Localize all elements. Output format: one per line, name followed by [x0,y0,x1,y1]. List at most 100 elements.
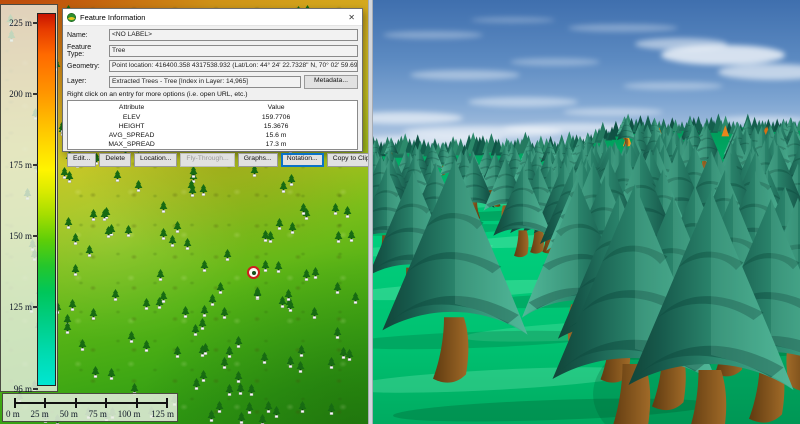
location-button[interactable]: Location... [134,153,177,167]
map-tree-icon[interactable] [245,401,254,413]
map-tree-icon[interactable] [266,230,275,242]
map-tree-icon[interactable] [142,297,151,309]
map-tree-icon[interactable] [302,268,311,280]
map-tree-icon[interactable] [327,356,336,368]
notation-button[interactable]: Notation... [281,153,324,167]
map-tree-icon[interactable] [351,291,360,303]
map-tree-icon[interactable] [68,298,77,310]
map-tree-icon[interactable] [104,225,113,237]
table-row[interactable]: MAX_SPREAD17.3 m [68,140,357,149]
map-2d-panel[interactable]: 225 m 200 m 175 m 150 m 125 m 96 m 0 m 2… [0,0,368,424]
map-tree-icon[interactable] [247,383,256,395]
map-tree-icon[interactable] [71,232,80,244]
selected-tree-marker[interactable] [247,266,260,279]
map-tree-icon[interactable] [113,169,122,181]
map-tree-icon[interactable] [71,263,80,275]
fly-through-button[interactable]: Fly-Through... [180,153,234,167]
map-tree-icon[interactable] [111,288,120,300]
map-tree-icon[interactable] [142,339,151,351]
table-row[interactable]: ELEV159.7706 [68,113,357,122]
map-tree-icon[interactable] [236,382,245,394]
map-tree-icon[interactable] [343,205,352,217]
map-tree-icon[interactable] [287,173,296,185]
map-tree-icon[interactable] [260,351,269,363]
feature-type-field[interactable]: Tree [109,45,358,57]
map-tree-icon[interactable] [173,345,182,357]
map-tree-icon[interactable] [159,227,168,239]
table-row[interactable]: HEIGHT15.3676 [68,122,357,131]
map-tree-icon[interactable] [296,360,305,372]
map-tree-icon[interactable] [89,307,98,319]
map-tree-icon[interactable] [155,296,164,308]
map-tree-icon[interactable] [272,405,281,417]
map-tree-icon[interactable] [124,224,133,236]
map-tree-icon[interactable] [237,411,246,423]
map-tree-icon[interactable] [192,377,201,389]
map-tree-icon[interactable] [310,306,319,318]
map-tree-icon[interactable] [299,202,308,214]
map-tree-icon[interactable] [275,217,284,229]
map-tree-icon[interactable] [200,259,209,271]
map-tree-icon[interactable] [258,413,267,424]
map-tree-icon[interactable] [199,183,208,195]
map-tree-icon[interactable] [234,335,243,347]
map-tree-icon[interactable] [89,208,98,220]
map-tree-icon[interactable] [91,365,100,377]
map-tree-icon[interactable] [65,170,74,182]
map-tree-icon[interactable] [156,268,165,280]
map-tree-icon[interactable] [347,229,356,241]
map-tree-icon[interactable] [327,402,336,414]
map-tree-icon[interactable] [63,321,72,333]
delete-button[interactable]: Delete [99,153,131,167]
map-tree-icon[interactable] [191,323,200,335]
layer-field[interactable]: Extracted Trees - Tree [Index in Layer: … [109,76,301,88]
map-tree-icon[interactable] [188,184,197,196]
map-tree-icon[interactable] [223,248,232,260]
map-tree-icon[interactable] [107,367,116,379]
geometry-field[interactable]: Point location: 416400.358 4317538.932 (… [109,60,358,72]
copy-to-clipboard-button[interactable]: Copy to Clipboard [327,153,368,167]
map-tree-icon[interactable] [127,330,136,342]
map-tree-icon[interactable] [64,216,73,228]
map-tree-icon[interactable] [173,220,182,232]
map-tree-icon[interactable] [288,221,297,233]
map-tree-icon[interactable] [183,237,192,249]
map-tree-icon[interactable] [234,370,243,382]
map-tree-icon[interactable] [339,346,348,358]
map-tree-icon[interactable] [207,409,216,421]
name-field[interactable]: <NO LABEL> [109,29,358,41]
map-tree-icon[interactable] [331,202,340,214]
map-tree-icon[interactable] [333,326,342,338]
edit-button[interactable]: Edit... [67,153,96,167]
map-tree-icon[interactable] [168,234,177,246]
graphs-button[interactable]: Graphs... [238,153,278,167]
table-row[interactable]: AVG_SPREAD15.6 m [68,131,357,140]
dialog-title-bar[interactable]: Feature Information ✕ [63,9,362,26]
map-tree-icon[interactable] [201,342,210,354]
panel-splitter[interactable] [368,0,373,424]
map-tree-icon[interactable] [78,338,87,350]
map-tree-icon[interactable] [264,400,273,412]
map-tree-icon[interactable] [216,281,225,293]
map-tree-icon[interactable] [253,286,262,298]
map-tree-icon[interactable] [333,281,342,293]
map-tree-icon[interactable] [278,295,287,307]
view-3d-panel[interactable] [373,0,800,424]
map-tree-icon[interactable] [215,400,224,412]
map-tree-icon[interactable] [297,344,306,356]
map-tree-icon[interactable] [261,259,270,271]
map-tree-icon[interactable] [298,400,307,412]
map-tree-icon[interactable] [159,200,168,212]
map-tree-icon[interactable] [181,305,190,317]
metadata-button[interactable]: Metadata... [304,75,358,89]
map-tree-icon[interactable] [225,383,234,395]
map-tree-icon[interactable] [279,180,288,192]
map-tree-icon[interactable] [286,355,295,367]
close-icon[interactable]: ✕ [345,13,358,22]
map-tree-icon[interactable] [85,244,94,256]
map-tree-icon[interactable] [208,293,217,305]
map-tree-icon[interactable] [220,306,229,318]
map-tree-icon[interactable] [334,230,343,242]
map-tree-icon[interactable] [311,266,320,278]
attribute-table[interactable]: Attribute Value ELEV159.7706 HEIGHT15.36… [67,100,358,150]
